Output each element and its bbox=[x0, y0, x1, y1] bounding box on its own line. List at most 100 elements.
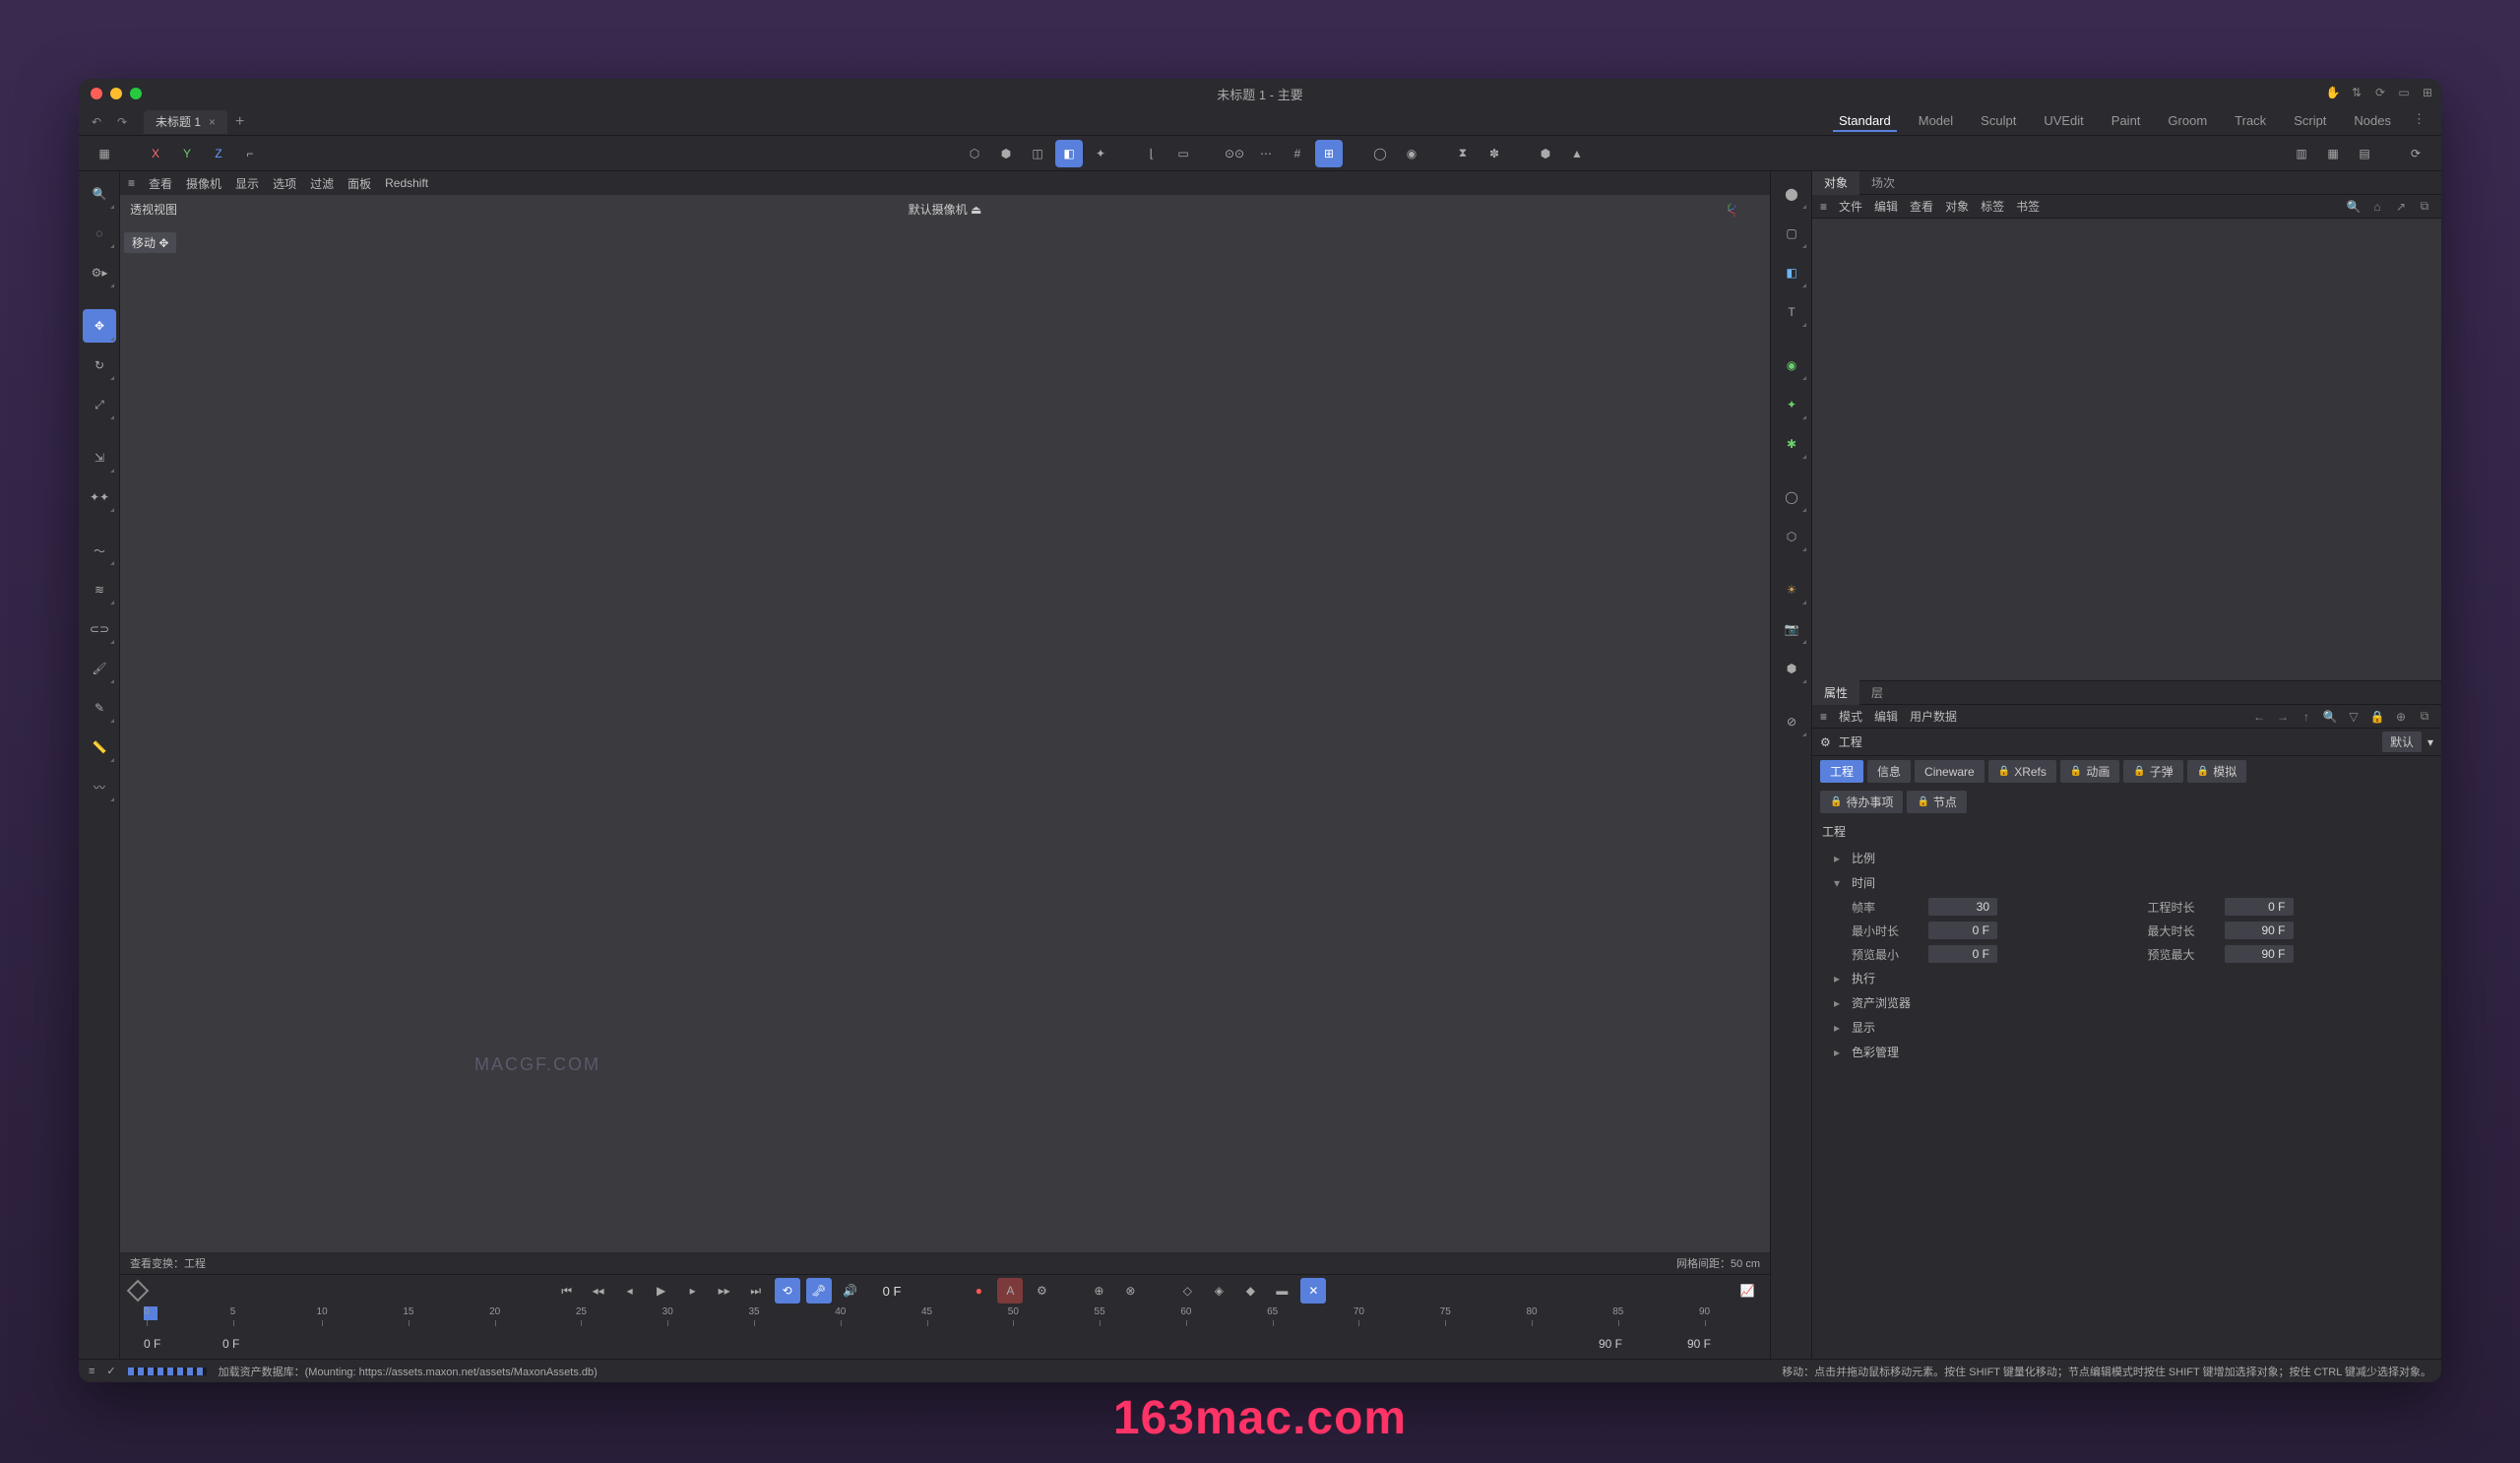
rotate-tool[interactable]: ↻ bbox=[83, 349, 116, 382]
primitive-plane-tool[interactable]: ▢ bbox=[1775, 217, 1808, 250]
key-settings-button[interactable]: ⚙ bbox=[1029, 1278, 1054, 1304]
coordinate-system-button[interactable]: ⌐ bbox=[236, 140, 264, 167]
next-key-button[interactable]: ▸▸ bbox=[712, 1278, 737, 1304]
quantize-snap[interactable]: ⊞ bbox=[1315, 140, 1343, 167]
loop-button[interactable]: ⟲ bbox=[775, 1278, 800, 1304]
vp-menu-panel[interactable]: 面板 bbox=[347, 175, 371, 192]
layout-tab-track[interactable]: Track bbox=[2229, 111, 2272, 132]
go-end-button[interactable]: ⏭ bbox=[743, 1278, 769, 1304]
scale-tool[interactable]: ⤢ bbox=[83, 388, 116, 421]
snap-toggle[interactable]: ⊙⊙ bbox=[1221, 140, 1248, 167]
effector-tool[interactable]: ✱ bbox=[1775, 427, 1808, 461]
attr-tab-cineware[interactable]: Cineware bbox=[1915, 760, 1984, 783]
attributes-tab[interactable]: 属性 bbox=[1812, 680, 1859, 705]
hamburger-icon[interactable]: ≡ bbox=[89, 1366, 94, 1377]
key-interp-3[interactable]: ◆ bbox=[1237, 1278, 1263, 1304]
layout-tab-script[interactable]: Script bbox=[2288, 111, 2332, 132]
filter-icon[interactable]: ▽ bbox=[2345, 708, 2362, 726]
tag-tool[interactable]: ⊘ bbox=[1775, 705, 1808, 738]
axis-gizmo[interactable]: Y X Z bbox=[1721, 203, 1760, 242]
preview-min-input[interactable]: 0 F bbox=[1928, 945, 1997, 963]
measure-tool[interactable]: 📏 bbox=[83, 731, 116, 764]
prev-key-button[interactable]: ◂◂ bbox=[586, 1278, 611, 1304]
edit-mode-1[interactable]: ⬡ bbox=[961, 140, 988, 167]
paint-tool[interactable]: 🖌 bbox=[83, 652, 116, 685]
brush-tool[interactable]: ≋ bbox=[83, 573, 116, 606]
go-start-button[interactable]: ⏮ bbox=[554, 1278, 580, 1304]
section-scale[interactable]: ▸比例 bbox=[1812, 846, 2441, 870]
vp-menu-filter[interactable]: 过滤 bbox=[310, 175, 334, 192]
axis-x-toggle[interactable]: X bbox=[142, 140, 169, 167]
attr-tab-nodes[interactable]: 🔒节点 bbox=[1907, 791, 1966, 813]
path-tool[interactable]: 〰 bbox=[83, 770, 116, 803]
lock-icon[interactable]: 🔒 bbox=[2368, 708, 2386, 726]
history-button[interactable]: ⟳ bbox=[2402, 140, 2429, 167]
window-minimize-button[interactable] bbox=[110, 88, 122, 99]
render-queue-button[interactable]: ▤ bbox=[2351, 140, 2378, 167]
max-length-input[interactable]: 90 F bbox=[2225, 922, 2294, 939]
scatter-tool[interactable]: ✦✦ bbox=[83, 480, 116, 514]
render-region-button[interactable]: ▦ bbox=[2319, 140, 2347, 167]
window-zoom-button[interactable] bbox=[130, 88, 142, 99]
field-tool[interactable]: ◉ bbox=[1775, 349, 1808, 382]
render-settings-button[interactable]: ⬢ bbox=[1532, 140, 1559, 167]
edit-mode-4[interactable]: ◧ bbox=[1055, 140, 1083, 167]
spline-tool[interactable]: ～ bbox=[83, 534, 116, 567]
section-color-mgmt[interactable]: ▸色彩管理 bbox=[1812, 1040, 2441, 1064]
edit-mode-5[interactable]: ✦ bbox=[1087, 140, 1114, 167]
popup-icon[interactable]: ↗ bbox=[2392, 198, 2410, 216]
home-icon[interactable]: ⌂ bbox=[2368, 198, 2386, 216]
window-close-button[interactable] bbox=[91, 88, 102, 99]
vp-menu-view[interactable]: 查看 bbox=[149, 175, 172, 192]
current-frame-display[interactable]: 0 F bbox=[869, 1282, 915, 1301]
range-end[interactable]: 90 F bbox=[1687, 1337, 1746, 1351]
autokey-record-button[interactable]: A bbox=[997, 1278, 1023, 1304]
deformer-tool[interactable]: ⬡ bbox=[1775, 520, 1808, 553]
attr-tab-xrefs[interactable]: 🔒XRefs bbox=[1988, 760, 2056, 783]
symmetry-button[interactable]: ⧗ bbox=[1449, 140, 1477, 167]
symmetry-settings-button[interactable]: ✽ bbox=[1480, 140, 1508, 167]
attr-tab-sim[interactable]: 🔒模拟 bbox=[2187, 760, 2246, 783]
primitive-cube-tool[interactable]: ◧ bbox=[1775, 256, 1808, 289]
om-menu-view[interactable]: 查看 bbox=[1910, 198, 1933, 215]
attr-mode-select[interactable]: 默认 bbox=[2382, 732, 2422, 752]
workplane-lock-button[interactable]: ▭ bbox=[1169, 140, 1197, 167]
magnet-tool[interactable]: ⊂⊃ bbox=[83, 612, 116, 646]
asset-browser-button[interactable]: ▦ bbox=[91, 140, 118, 167]
attr-tab-info[interactable]: 信息 bbox=[1867, 760, 1911, 783]
vp-menu-redshift[interactable]: Redshift bbox=[385, 176, 428, 190]
section-execute[interactable]: ▸执行 bbox=[1812, 966, 2441, 990]
attr-tab-anim[interactable]: 🔒动画 bbox=[2060, 760, 2119, 783]
layout-menu-icon[interactable]: ⋮ bbox=[2413, 111, 2426, 132]
viewport-3d[interactable]: 透视视图 默认摄像机 ⏏ bbox=[120, 195, 1770, 1252]
search-icon[interactable]: 🔍 bbox=[2345, 198, 2362, 216]
picture-viewer-button[interactable]: ▥ bbox=[2288, 140, 2315, 167]
edit-mode-3[interactable]: ◫ bbox=[1024, 140, 1051, 167]
key-interp-4[interactable]: ▬ bbox=[1269, 1278, 1294, 1304]
light-tool[interactable]: ☀ bbox=[1775, 573, 1808, 606]
axis-y-toggle[interactable]: Y bbox=[173, 140, 201, 167]
soft-selection-button[interactable]: ◯ bbox=[1366, 140, 1394, 167]
nav-fwd-icon[interactable]: → bbox=[2274, 708, 2292, 726]
grid-snap[interactable]: # bbox=[1284, 140, 1311, 167]
om-menu-tags[interactable]: 标签 bbox=[1981, 198, 2004, 215]
range-preview-start[interactable]: 0 F bbox=[222, 1337, 282, 1351]
key-pos-button[interactable]: ⊕ bbox=[1086, 1278, 1111, 1304]
close-tab-icon[interactable]: × bbox=[209, 115, 216, 129]
takes-tab[interactable]: 场次 bbox=[1859, 171, 1907, 195]
place-tool[interactable]: ⇲ bbox=[83, 441, 116, 475]
viewport-camera-label[interactable]: 默认摄像机 ⏏ bbox=[909, 201, 982, 218]
edit-mode-2[interactable]: ⬢ bbox=[992, 140, 1020, 167]
attr-menu-mode[interactable]: 模式 bbox=[1839, 708, 1862, 725]
section-display[interactable]: ▸显示 bbox=[1812, 1015, 2441, 1040]
layout-tab-model[interactable]: Model bbox=[1913, 111, 1959, 132]
undo-button[interactable]: ↶ bbox=[87, 112, 106, 132]
timeline-ruler[interactable]: 051015202530354045505560657075808590 bbox=[120, 1306, 1770, 1332]
cloner-tool[interactable]: ✦ bbox=[1775, 388, 1808, 421]
vp-menu-cameras[interactable]: 摄像机 bbox=[186, 175, 221, 192]
material-tool[interactable]: ⬢ bbox=[1775, 652, 1808, 685]
record-button[interactable]: ● bbox=[966, 1278, 991, 1304]
preview-max-input[interactable]: 90 F bbox=[2225, 945, 2294, 963]
add-tab-button[interactable]: + bbox=[235, 113, 244, 131]
min-length-input[interactable]: 0 F bbox=[1928, 922, 1997, 939]
